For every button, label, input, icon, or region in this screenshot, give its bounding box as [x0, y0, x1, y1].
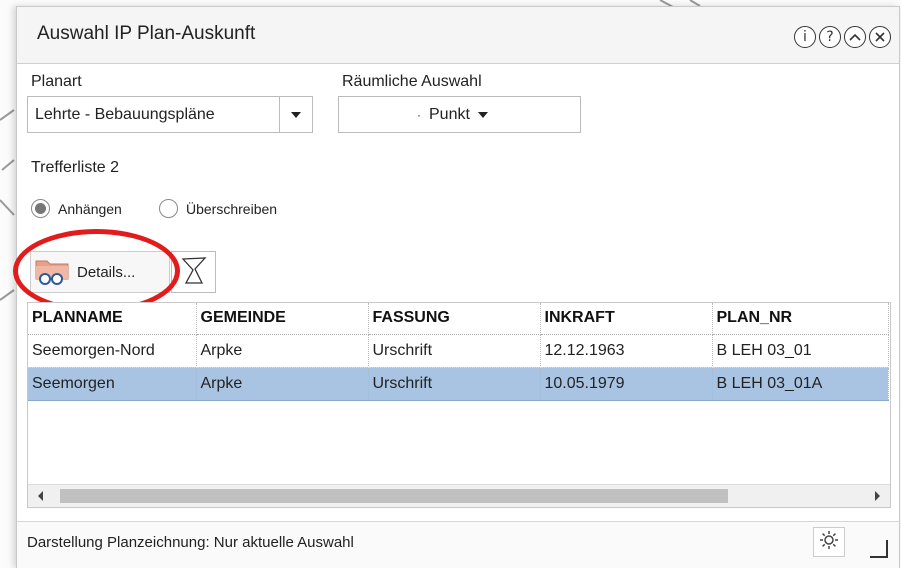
planart-dropdown-button[interactable] — [279, 97, 312, 132]
close-icon[interactable] — [869, 26, 891, 48]
details-button[interactable]: Details... — [30, 251, 170, 293]
table-header-row: PLANNAME GEMEINDE FASSUNG INKRAFT PLAN_N… — [28, 303, 889, 335]
planart-value: Lehrte - Bebauungspläne — [35, 106, 215, 123]
settings-button[interactable] — [813, 527, 845, 557]
scroll-right-icon[interactable] — [875, 491, 880, 501]
collapse-icon[interactable] — [844, 26, 866, 48]
results-list-label: Trefferliste 2 — [31, 159, 120, 176]
cell-inkraft: 10.05.1979 — [540, 367, 713, 401]
resize-handle[interactable] — [870, 540, 888, 558]
column-header-fassung[interactable]: FASSUNG — [368, 303, 541, 335]
horizontal-scrollbar[interactable] — [28, 484, 890, 507]
dialog-titlebar[interactable]: Auswahl IP Plan-Auskunft i ? — [17, 7, 899, 64]
spatial-selection-value: Punkt — [429, 106, 470, 123]
folder-glasses-icon — [35, 255, 71, 290]
cell-gemeinde: Arpke — [196, 367, 369, 401]
cell-plan-nr: B LEH 03_01A — [712, 367, 889, 401]
cell-plan-nr: B LEH 03_01 — [712, 334, 889, 368]
chevron-down-icon — [291, 111, 301, 118]
point-icon: · — [417, 108, 421, 122]
radio-append-label: Anhängen — [58, 200, 122, 217]
details-button-label: Details... — [77, 263, 136, 281]
results-table[interactable]: PLANNAME GEMEINDE FASSUNG INKRAFT PLAN_N… — [27, 302, 891, 508]
info-icon[interactable]: i — [794, 26, 816, 48]
cell-inkraft: 12.12.1963 — [540, 334, 713, 368]
radio-overwrite[interactable]: Überschreiben — [159, 199, 277, 218]
column-header-plan-nr[interactable]: PLAN_NR — [712, 303, 889, 335]
column-header-planname[interactable]: PLANNAME — [28, 303, 197, 335]
map-parcel-icon — [180, 255, 208, 290]
planart-label: Planart — [31, 73, 82, 90]
chevron-down-icon — [477, 112, 488, 118]
plan-query-dialog: Auswahl IP Plan-Auskunft i ? Planart Leh… — [13, 6, 900, 568]
table-row[interactable]: Seemorgen-Nord Arpke Urschrift 12.12.196… — [28, 334, 889, 368]
scroll-left-icon[interactable] — [38, 491, 43, 501]
spatial-selection-label: Räumliche Auswahl — [342, 73, 482, 90]
radio-append[interactable]: Anhängen — [31, 199, 122, 218]
map-selection-button[interactable] — [171, 251, 216, 293]
cell-planname: Seemorgen-Nord — [28, 334, 197, 368]
cell-gemeinde: Arpke — [196, 334, 369, 368]
gear-icon — [819, 530, 839, 555]
cell-planname: Seemorgen — [28, 367, 197, 401]
planart-select[interactable]: Lehrte - Bebauungspläne — [27, 96, 313, 133]
radio-overwrite-button[interactable] — [159, 199, 178, 218]
radio-overwrite-label: Überschreiben — [186, 200, 278, 217]
help-icon[interactable]: ? — [819, 26, 841, 48]
radio-append-button[interactable] — [31, 199, 50, 218]
scrollbar-thumb[interactable] — [60, 489, 728, 503]
column-header-inkraft[interactable]: INKRAFT — [540, 303, 713, 335]
dialog-footer: Darstellung Planzeichnung: Nur aktuelle … — [17, 521, 899, 568]
footer-status-text: Darstellung Planzeichnung: Nur aktuelle … — [27, 534, 354, 551]
title-icon-group: i ? — [794, 26, 891, 48]
dialog-title: Auswahl IP Plan-Auskunft — [37, 23, 256, 44]
column-header-gemeinde[interactable]: GEMEINDE — [196, 303, 369, 335]
cell-fassung: Urschrift — [368, 367, 541, 401]
spatial-selection-dropdown[interactable]: · Punkt — [338, 96, 581, 133]
table-row-selected[interactable]: Seemorgen Arpke Urschrift 10.05.1979 B L… — [28, 367, 889, 401]
cell-fassung: Urschrift — [368, 334, 541, 368]
